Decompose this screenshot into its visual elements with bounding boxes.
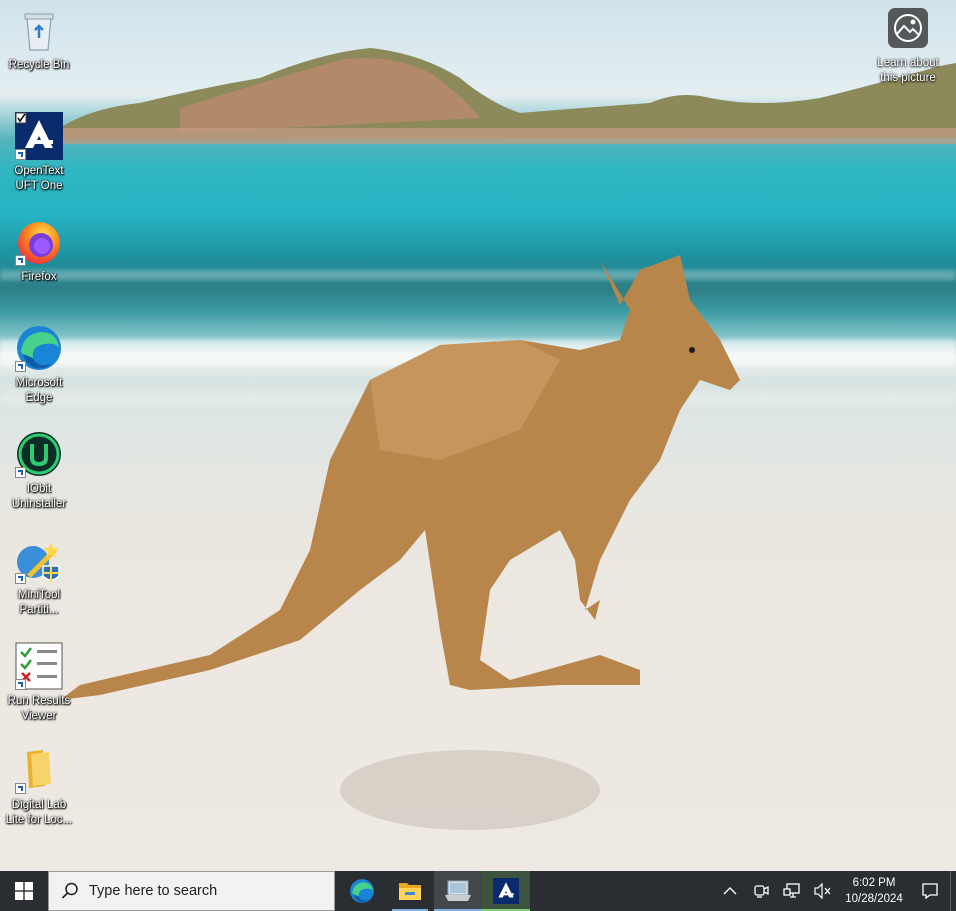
system-tray: 6:02 PM 10/28/2024 (714, 871, 956, 911)
volume-muted-icon[interactable] (807, 871, 838, 911)
recycle-bin-icon (15, 6, 63, 54)
edge-icon (350, 879, 374, 903)
desktop-icon-recycle-bin[interactable]: Recycle Bin (2, 0, 76, 73)
iobit-uninstaller-icon (15, 430, 63, 478)
desktop-icon-label: Digital Lab Lite for Loc... (5, 799, 73, 826)
desktop-icon-label: OpenText UFT One (14, 165, 64, 192)
notification-icon (922, 883, 938, 900)
desktop-icon-digital-lab[interactable]: Digital Lab Lite for Loc... (2, 740, 76, 828)
clock-time: 6:02 PM (852, 877, 896, 889)
shortcut-arrow-icon (15, 467, 26, 478)
desktop-icon-label: Run Results Viewer (7, 695, 71, 722)
start-button[interactable] (0, 871, 48, 911)
desktop-icon-label: Microsoft Edge (15, 377, 63, 404)
desktop-icon-microsoft-edge[interactable]: Microsoft Edge (2, 318, 76, 406)
clock[interactable]: 6:02 PM 10/28/2024 (838, 875, 910, 907)
desktop-icon-firefox[interactable]: Firefox (2, 212, 76, 285)
chevron-up-icon[interactable] (714, 871, 745, 911)
taskbar-app-opentext-uft[interactable] (482, 871, 530, 911)
desktop-icon-opentext-uft[interactable]: OpenText UFT One (2, 106, 76, 194)
learn-picture-label: Learn about this picture (877, 57, 939, 84)
clock-date: 10/28/2024 (845, 893, 903, 905)
desktop[interactable]: Recycle Bin OpenText UFT One Firefox Mic… (0, 0, 956, 911)
desktop-icon-run-results-viewer[interactable]: Run Results Viewer (2, 636, 76, 724)
shortcut-arrow-icon (15, 679, 26, 690)
taskbar: Type here to search 6:02 PM 10/28/2024 (0, 871, 956, 911)
camera-icon (888, 8, 928, 48)
windows-logo-icon (15, 882, 33, 900)
opentext-uft-icon (15, 112, 63, 160)
desktop-icon-label: MiniTool Partiti... (17, 589, 61, 616)
desktop-icon-label: Firefox (21, 271, 57, 283)
opentext-uft-icon (493, 878, 519, 904)
shortcut-arrow-icon (15, 783, 26, 794)
shortcut-arrow-icon (15, 255, 26, 266)
desktop-icon-minitool-partition[interactable]: MiniTool Partiti... (2, 530, 76, 618)
action-center-button[interactable] (910, 871, 950, 911)
shortcut-arrow-icon (15, 573, 26, 584)
minitool-partition-icon (15, 536, 63, 584)
kangaroo-image (60, 255, 740, 830)
run-results-viewer-icon (15, 642, 63, 690)
desktop-icon-iobit-uninstaller[interactable]: IObit Uninstaller (2, 424, 76, 512)
taskbar-app-edge[interactable] (338, 871, 386, 911)
edge-icon (15, 324, 63, 372)
wallpaper (0, 0, 956, 871)
island-landscape (60, 48, 956, 144)
search-placeholder: Type here to search (89, 883, 218, 899)
shortcut-arrow-icon (15, 149, 26, 160)
file-explorer-icon (399, 883, 421, 900)
firefox-icon (15, 218, 63, 266)
desktop-icon-label: IObit Uninstaller (11, 483, 67, 510)
taskbar-app-remote-desktop[interactable] (434, 871, 482, 911)
taskbar-app-file-explorer[interactable] (386, 871, 434, 911)
learn-about-picture[interactable]: Learn about this picture (868, 8, 948, 86)
show-desktop-button[interactable] (950, 871, 956, 911)
meet-now-icon[interactable] (745, 871, 776, 911)
desktop-icon-label: Recycle Bin (8, 59, 70, 71)
folder-icon (15, 746, 63, 794)
shortcut-arrow-icon (15, 361, 26, 372)
remote-desktop-icon (445, 880, 471, 901)
search-input[interactable]: Type here to search (48, 871, 335, 911)
network-icon[interactable] (776, 871, 807, 911)
search-icon (61, 882, 78, 899)
